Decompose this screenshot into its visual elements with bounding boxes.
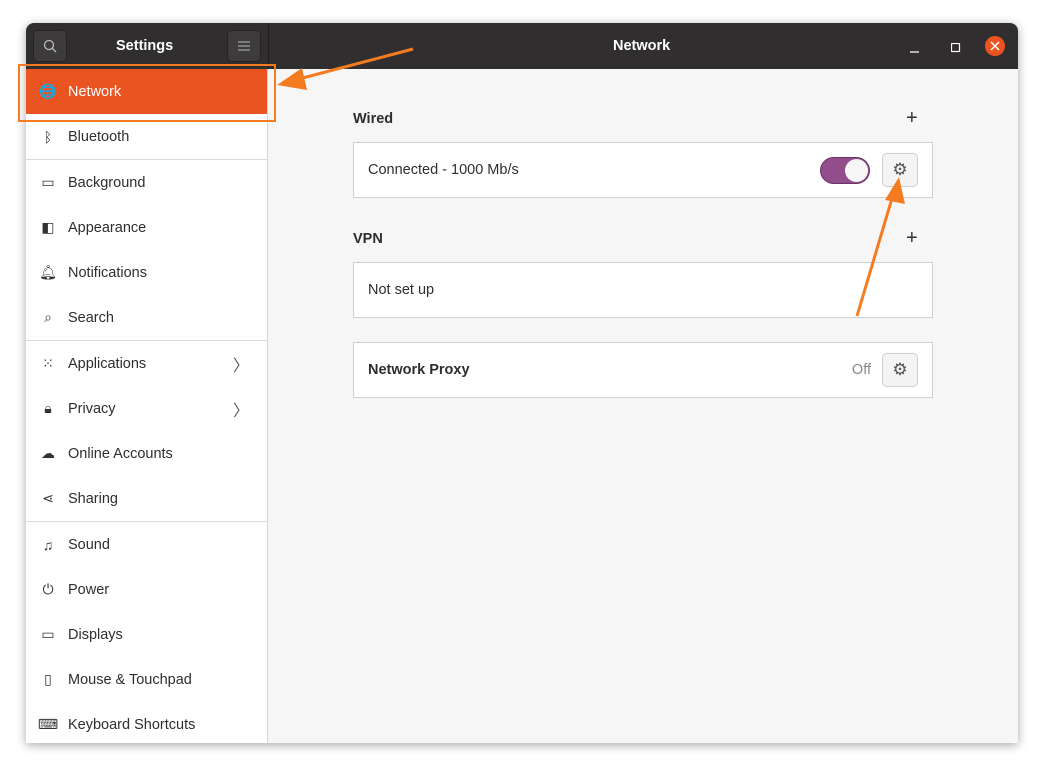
settings-window: Settings Network 🌐 Network ᛒ Bluetooth ▭ Back… bbox=[26, 23, 1018, 743]
sidebar-item-mouse-touchpad[interactable]: ▯ Mouse & Touchpad bbox=[26, 657, 267, 702]
lock-icon: 🔒︎ bbox=[44, 400, 52, 416]
add-vpn-button[interactable]: + bbox=[906, 227, 918, 250]
grid-icon: ⁙ bbox=[42, 355, 54, 371]
gear-icon: ⚙ bbox=[892, 160, 908, 179]
power-icon: ⏻ bbox=[42, 581, 54, 597]
vpn-status: Not set up bbox=[368, 282, 435, 298]
display-icon: ▭ bbox=[41, 626, 55, 642]
page-title: Network bbox=[613, 38, 671, 54]
sidebar-item-label: Applications bbox=[68, 355, 147, 372]
add-wired-button[interactable]: + bbox=[906, 107, 918, 130]
sidebar-item-online-accounts[interactable]: ☁ Online Accounts bbox=[26, 431, 267, 476]
sidebar-item-label: Background bbox=[68, 174, 146, 191]
music-icon: ♫ bbox=[42, 536, 54, 553]
sidebar-item-label: Power bbox=[68, 581, 110, 598]
search-icon bbox=[43, 39, 57, 53]
close-icon bbox=[990, 41, 1000, 51]
minimize-button[interactable] bbox=[910, 41, 920, 53]
sidebar-item-label: Online Accounts bbox=[68, 445, 173, 462]
sidebar-item-displays[interactable]: ▭ Displays bbox=[26, 612, 267, 657]
sidebar-item-notifications[interactable]: 🔔︎ Notifications bbox=[26, 250, 267, 295]
keyboard-icon: ⌨ bbox=[37, 716, 59, 732]
sidebar-item-label: Privacy bbox=[68, 400, 116, 417]
sidebar-item-power[interactable]: ⏻ Power bbox=[26, 567, 267, 612]
search-icon: ⌕ bbox=[44, 309, 52, 325]
sidebar-item-appearance[interactable]: ◧ Appearance bbox=[26, 205, 267, 250]
sidebar-item-background[interactable]: ▭ Background bbox=[26, 160, 267, 205]
chevron-right-icon: 〉 bbox=[232, 357, 249, 375]
sidebar-item-label: Appearance bbox=[68, 219, 147, 236]
cloud-icon: ☁ bbox=[41, 445, 55, 461]
monitor-icon: ▭ bbox=[41, 174, 55, 190]
sidebar-item-label: Mouse & Touchpad bbox=[68, 671, 192, 688]
sidebar-item-label: Search bbox=[68, 309, 114, 326]
hamburger-icon bbox=[238, 41, 250, 51]
sidebar-item-bluetooth[interactable]: ᛒ Bluetooth bbox=[26, 114, 267, 159]
wired-connection-row: Connected - 1000 Mb/s ⚙ bbox=[353, 142, 933, 198]
sidebar-item-label: Sharing bbox=[68, 490, 118, 507]
wired-heading: Wired bbox=[353, 111, 394, 127]
chevron-right-icon: 〉 bbox=[232, 402, 249, 420]
sidebar-item-label: Network bbox=[68, 83, 122, 100]
sidebar-item-label: Displays bbox=[68, 626, 123, 643]
close-button[interactable] bbox=[985, 36, 1005, 56]
sidebar-item-privacy[interactable]: 🔒︎ Privacy 〉 bbox=[26, 386, 267, 431]
sidebar-item-search[interactable]: ⌕ Search bbox=[26, 295, 267, 340]
header-bar: Settings Network bbox=[26, 23, 1018, 69]
sidebar-item-sharing[interactable]: ⋖ Sharing bbox=[26, 476, 267, 521]
sidebar: 🌐 Network ᛒ Bluetooth ▭ Background ◧ Appearance… bbox=[26, 69, 268, 743]
minimize-icon bbox=[910, 51, 919, 53]
maximize-button[interactable] bbox=[950, 41, 961, 57]
share-icon: ⋖ bbox=[42, 490, 54, 506]
sidebar-item-applications[interactable]: ⁙ Applications 〉 bbox=[26, 341, 267, 386]
sidebar-item-network[interactable]: 🌐 Network bbox=[26, 69, 267, 114]
proxy-status: Off bbox=[851, 362, 871, 378]
appearance-icon: ◧ bbox=[41, 219, 55, 235]
sidebar-title: Settings bbox=[116, 38, 174, 54]
bell-icon: 🔔︎ bbox=[39, 264, 57, 280]
maximize-icon bbox=[950, 42, 961, 53]
sidebar-item-label: Keyboard Shortcuts bbox=[68, 716, 196, 733]
network-panel: Wired + Connected - 1000 Mb/s ⚙ VPN + No… bbox=[269, 69, 1018, 743]
sidebar-item-label: Bluetooth bbox=[68, 128, 130, 145]
vpn-row: Not set up bbox=[353, 262, 933, 318]
network-proxy-row[interactable]: Network Proxy Off ⚙ bbox=[353, 342, 933, 398]
vpn-heading: VPN bbox=[353, 231, 383, 247]
bluetooth-icon: ᛒ bbox=[43, 128, 53, 145]
mouse-icon: ▯ bbox=[44, 671, 52, 687]
proxy-settings-button[interactable]: ⚙ bbox=[882, 353, 918, 387]
sidebar-item-sound[interactable]: ♫ Sound bbox=[26, 522, 267, 567]
proxy-label: Network Proxy bbox=[368, 362, 470, 378]
menu-button[interactable] bbox=[227, 30, 261, 62]
wired-status: Connected - 1000 Mb/s bbox=[368, 162, 519, 178]
sidebar-item-label: Sound bbox=[68, 536, 110, 553]
search-button[interactable] bbox=[33, 30, 67, 62]
gear-icon: ⚙ bbox=[892, 360, 908, 379]
wired-settings-button[interactable]: ⚙ bbox=[882, 153, 918, 187]
sidebar-item-keyboard-shortcuts[interactable]: ⌨ Keyboard Shortcuts bbox=[26, 702, 267, 743]
globe-icon: 🌐 bbox=[39, 83, 57, 99]
sidebar-item-label: Notifications bbox=[68, 264, 147, 281]
wired-toggle[interactable] bbox=[820, 157, 870, 184]
